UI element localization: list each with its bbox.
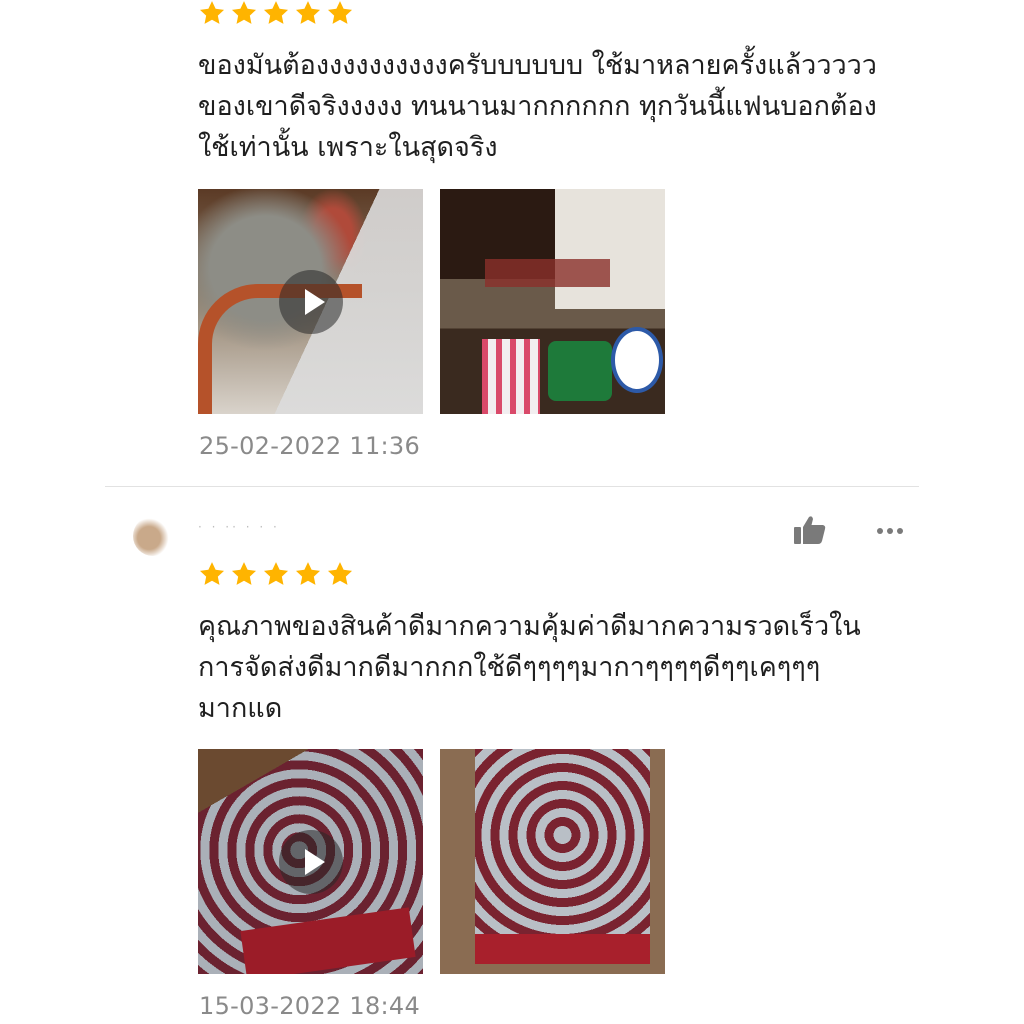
star-icon bbox=[262, 560, 290, 588]
play-icon[interactable] bbox=[278, 269, 343, 334]
review-media bbox=[198, 749, 665, 974]
review-text-line: ใช้เท่านั้น เพราะในสุดจริง bbox=[198, 132, 498, 163]
reviewer-name[interactable]: · · ·· · · · bbox=[198, 520, 280, 534]
star-icon bbox=[198, 560, 226, 588]
review-text-line: ของเขาดีจริงงงงง ทนนานมากกกกกก ทุกวันนี้… bbox=[198, 91, 877, 122]
thumbs-up-icon[interactable] bbox=[793, 515, 827, 545]
star-icon bbox=[198, 0, 226, 27]
review-divider bbox=[105, 486, 919, 487]
review-text: คุณภาพของสินค้าดีมากความคุ้มค่าดีมากความ… bbox=[198, 606, 918, 729]
star-icon bbox=[294, 0, 322, 27]
avatar[interactable] bbox=[133, 516, 173, 556]
review-text: ของมันต้องงงงงงงงงงครับบบบบบ ใช้มาหลายคร… bbox=[198, 45, 918, 168]
star-icon bbox=[326, 0, 354, 27]
star-icon bbox=[262, 0, 290, 27]
review-video-thumbnail[interactable] bbox=[198, 189, 423, 414]
review-photo-thumbnail[interactable] bbox=[440, 189, 665, 414]
review-date: 15-03-2022 18:44 bbox=[199, 992, 421, 1020]
clock-image bbox=[611, 327, 663, 393]
play-icon[interactable] bbox=[278, 829, 343, 894]
review-text-line: การจัดส่งดีมากดีมากกกใช้ดีๆๆๆๆมากาๆๆๆๆดี… bbox=[198, 652, 821, 683]
more-horizontal-icon[interactable] bbox=[877, 525, 905, 537]
review-text-line: ของมันต้องงงงงงงงงงครับบบบบบ ใช้มาหลายคร… bbox=[198, 50, 877, 81]
rating-stars bbox=[198, 0, 354, 27]
star-icon bbox=[230, 560, 258, 588]
review-date: 25-02-2022 11:36 bbox=[199, 432, 421, 460]
review-media bbox=[198, 189, 665, 414]
review-video-thumbnail[interactable] bbox=[198, 749, 423, 974]
review-text-line: มากแด bbox=[198, 693, 283, 724]
star-icon bbox=[294, 560, 322, 588]
review-photo-thumbnail[interactable] bbox=[440, 749, 665, 974]
rating-stars bbox=[198, 560, 354, 588]
review-text-line: คุณภาพของสินค้าดีมากความคุ้มค่าดีมากความ… bbox=[198, 611, 861, 642]
star-icon bbox=[326, 560, 354, 588]
star-icon bbox=[230, 0, 258, 27]
